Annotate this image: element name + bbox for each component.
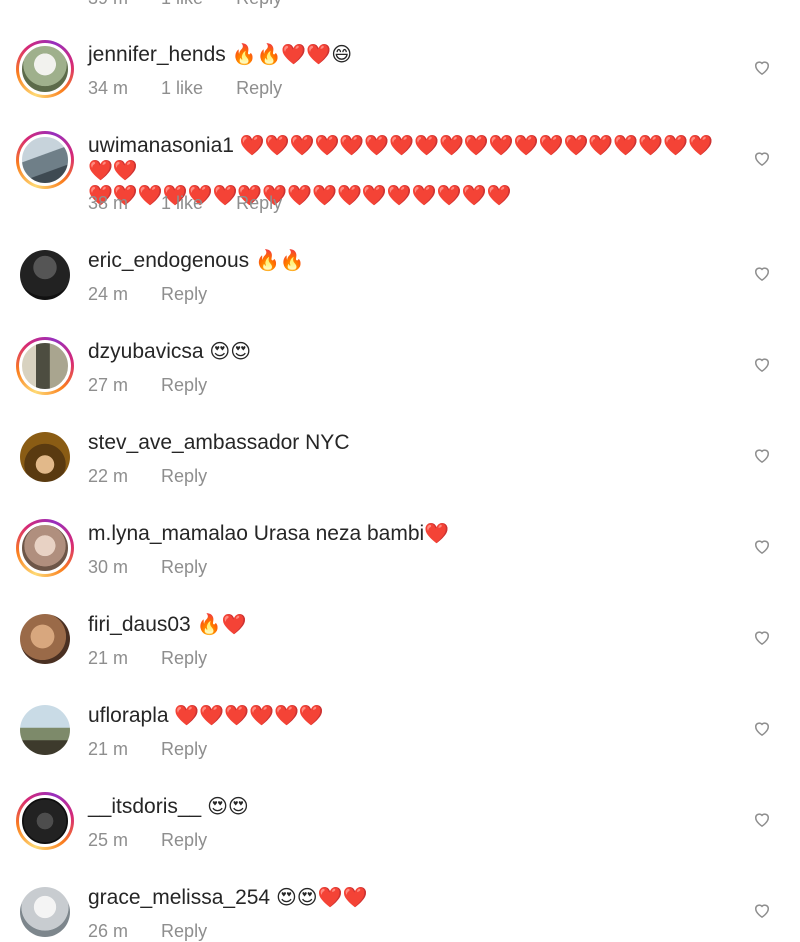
like-heart-icon[interactable] <box>752 809 772 829</box>
like-heart-icon[interactable] <box>752 445 772 465</box>
comment-username[interactable]: eric_endogenous <box>88 249 249 272</box>
avatar-image <box>19 340 71 392</box>
reply-button[interactable]: Reply <box>161 557 207 577</box>
comment-likes[interactable]: 1 like <box>161 0 203 8</box>
comment-emoji: 😍😍 <box>207 794 249 818</box>
avatar-image <box>19 134 71 186</box>
comment-likes[interactable]: 1 like <box>161 193 203 213</box>
avatar[interactable] <box>16 131 74 189</box>
comment-meta: 27 m Reply <box>88 375 235 396</box>
comment-meta: 22 m Reply <box>88 466 235 487</box>
comment-username[interactable]: stev_ave_ambassador <box>88 431 299 454</box>
comment-emoji: 🔥🔥 <box>254 248 305 272</box>
comment-time: 22 m <box>88 466 129 486</box>
reply-button[interactable]: Reply <box>236 78 282 98</box>
comment-likes[interactable]: 1 like <box>161 78 203 98</box>
reply-button[interactable]: Reply <box>161 921 207 941</box>
avatar[interactable] <box>16 428 74 486</box>
comment-username[interactable]: dzyubavicsa <box>88 340 204 363</box>
like-heart-icon[interactable] <box>752 718 772 738</box>
comment-meta: 30 m Reply <box>88 557 235 578</box>
comment-username[interactable]: uwimanasonia1 <box>88 134 234 157</box>
avatar[interactable] <box>16 246 74 304</box>
comment-time: 24 m <box>88 284 129 304</box>
avatar[interactable] <box>16 610 74 668</box>
avatar[interactable] <box>16 792 74 850</box>
comment-time: 21 m <box>88 648 129 668</box>
comment-time: 34 m <box>88 78 129 98</box>
avatar[interactable] <box>16 337 74 395</box>
avatar[interactable] <box>16 883 74 941</box>
comment-meta: 25 m Reply <box>88 830 235 851</box>
reply-button[interactable]: Reply <box>236 0 282 8</box>
comment-meta: 24 m Reply <box>88 284 235 305</box>
comment-meta: 34 m 1 like Reply <box>88 78 310 99</box>
avatar-image <box>19 795 71 847</box>
comment-time: 27 m <box>88 375 129 395</box>
comment-time: 25 m <box>88 830 129 850</box>
comment-text: Urasa neza bambi <box>253 522 425 545</box>
reply-button[interactable]: Reply <box>236 193 282 213</box>
comment-text: NYC <box>305 431 350 454</box>
comment-meta: 38 m 1 like Reply <box>88 193 310 214</box>
comment-username[interactable]: uflorapla <box>88 704 169 727</box>
reply-button[interactable]: Reply <box>161 830 207 850</box>
avatar-image <box>20 614 70 664</box>
comment-username[interactable]: m.lyna_mamalao <box>88 522 248 545</box>
comment-time: 21 m <box>88 739 129 759</box>
comment-emoji: 🔥🔥❤️❤️😄 <box>231 42 353 66</box>
avatar-image <box>19 43 71 95</box>
comment-meta: 21 m Reply <box>88 739 235 760</box>
comment-emoji: ❤️ <box>424 521 450 545</box>
reply-button[interactable]: Reply <box>161 648 207 668</box>
reply-button[interactable]: Reply <box>161 284 207 304</box>
like-heart-icon[interactable] <box>752 627 772 647</box>
avatar-image <box>20 432 70 482</box>
comment-username[interactable]: __itsdoris__ <box>88 795 201 818</box>
reply-button[interactable]: Reply <box>161 739 207 759</box>
comment-emoji: 🔥❤️ <box>196 612 247 636</box>
avatar-image <box>20 250 70 300</box>
like-heart-icon[interactable] <box>752 57 772 77</box>
comment-time: 30 m <box>88 557 129 577</box>
reply-button[interactable]: Reply <box>161 466 207 486</box>
avatar[interactable] <box>16 701 74 759</box>
comment-username[interactable]: grace_melissa_254 <box>88 886 270 909</box>
comment-username[interactable]: firi_daus03 <box>88 613 191 636</box>
like-heart-icon[interactable] <box>752 536 772 556</box>
like-heart-icon[interactable] <box>752 354 772 374</box>
comment-emoji: 😍😍 <box>209 339 252 363</box>
comment-emoji: 😍😍❤️❤️ <box>275 885 368 909</box>
like-heart-icon[interactable] <box>752 900 772 920</box>
comment-time: 39 m <box>88 0 128 8</box>
comment-meta: 26 m Reply <box>88 921 235 942</box>
avatar-image <box>19 522 71 574</box>
comment-username[interactable]: jennifer_hends <box>88 43 226 66</box>
comment-emoji: ❤️❤️❤️❤️❤️❤️ <box>174 703 324 727</box>
avatar[interactable] <box>16 519 74 577</box>
avatar[interactable] <box>16 40 74 98</box>
avatar-image <box>20 705 70 755</box>
comment-time: 26 m <box>88 921 129 941</box>
reply-button[interactable]: Reply <box>161 375 207 395</box>
comment-meta: 39 m 1 like Reply <box>88 0 310 9</box>
like-heart-icon[interactable] <box>752 148 772 168</box>
comment-meta: 21 m Reply <box>88 648 235 669</box>
like-heart-icon[interactable] <box>752 263 772 283</box>
comment-time: 38 m <box>88 193 129 213</box>
